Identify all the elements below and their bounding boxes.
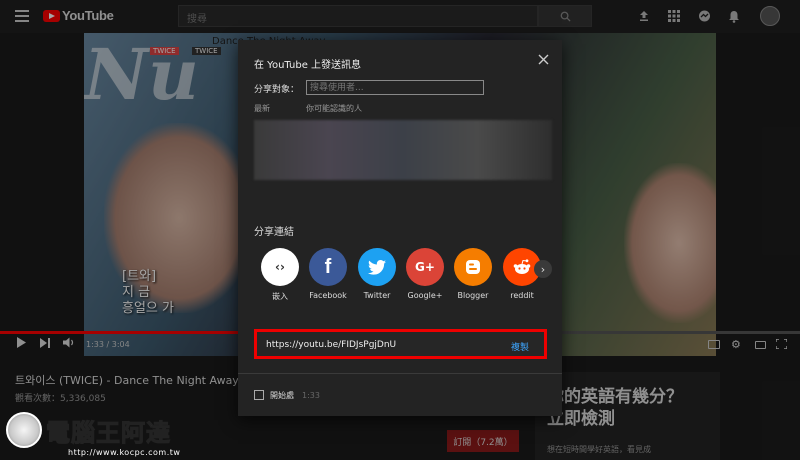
share-target-label: Twitter: [363, 291, 391, 300]
blogger-icon: [454, 248, 492, 286]
share-link-url[interactable]: https://youtu.be/FIDJsPgjDnU: [266, 340, 396, 350]
chevron-right-icon[interactable]: ›: [534, 260, 552, 278]
share-facebook[interactable]: f Facebook: [302, 248, 354, 300]
share-link-box: https://youtu.be/FIDJsPgjDnU 複製: [254, 329, 547, 359]
embed-icon: ‹›: [261, 248, 299, 286]
share-target-label: Blogger: [457, 291, 489, 300]
share-dialog: 在 YouTube 上發送訊息 分享對象： 最新 你可能認識的人 分享連結 ‹›…: [238, 40, 562, 416]
close-icon[interactable]: [536, 53, 550, 67]
share-targets: ‹› 嵌入 f Facebook Twitter G+ Google+ Blog…: [254, 248, 554, 304]
share-target-label: Facebook: [309, 291, 347, 300]
share-target-label: 嵌入: [272, 292, 288, 301]
watermark-url: http://www.kocpc.com.tw: [68, 448, 181, 457]
suggested-people-label: 你可能認識的人: [306, 104, 362, 113]
watermark-name: 電腦王阿達: [46, 418, 171, 447]
divider: [238, 373, 562, 374]
share-link-heading: 分享連結: [254, 227, 294, 238]
dialog-title: 在 YouTube 上發送訊息: [254, 60, 362, 71]
watermark-logo-icon: [6, 412, 42, 448]
copy-button[interactable]: 複製: [511, 340, 529, 353]
share-embed[interactable]: ‹› 嵌入: [254, 248, 306, 302]
start-at-label: 開始處: [270, 391, 294, 400]
share-target-label: Google+: [407, 291, 443, 300]
share-to-label: 分享對象：: [254, 85, 300, 95]
start-at-time[interactable]: 1:33: [302, 391, 320, 400]
recent-label: 最新: [254, 104, 270, 113]
twitter-icon: [358, 248, 396, 286]
contacts-list[interactable]: [254, 120, 552, 180]
start-at-checkbox[interactable]: [254, 390, 264, 400]
facebook-icon: f: [309, 248, 347, 286]
share-target-label: reddit: [510, 291, 534, 300]
google-plus-icon: G+: [406, 248, 444, 286]
watermark: 電腦王阿達 http://www.kocpc.com.tw: [6, 412, 180, 457]
share-to-input[interactable]: [306, 80, 484, 95]
share-twitter[interactable]: Twitter: [351, 248, 403, 300]
share-blogger[interactable]: Blogger: [447, 248, 499, 300]
share-google-plus[interactable]: G+ Google+: [399, 248, 451, 300]
